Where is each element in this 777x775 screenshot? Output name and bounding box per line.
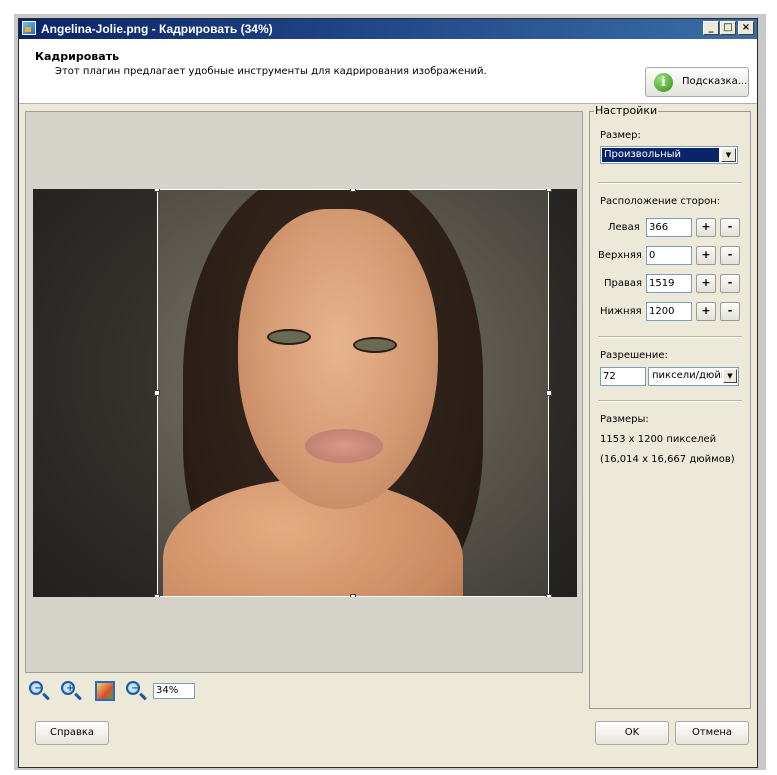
hint-button[interactable]: i Подсказка... — [645, 67, 749, 97]
fit-image-icon — [95, 681, 115, 701]
crop-mask-left — [33, 189, 157, 597]
zoom-out-button[interactable]: − — [27, 679, 51, 703]
dimensions-pixels: 1153 x 1200 пикселей — [600, 434, 717, 445]
crop-handle-top-left[interactable] — [154, 189, 160, 192]
zoom-in-button[interactable]: + — [59, 679, 83, 703]
hint-button-label: Подсказка... — [682, 76, 748, 87]
dimensions-label: Размеры: — [600, 414, 649, 425]
crop-handle-bottom[interactable] — [350, 594, 356, 597]
ok-button[interactable]: OK — [595, 721, 669, 745]
page-title: Кадрировать — [35, 50, 120, 63]
resolution-unit-select[interactable]: пиксели/дюйм ▼ — [648, 367, 739, 386]
left-label: Левая — [608, 222, 640, 233]
settings-group: Настройки Размер: Произвольный ▼ Располо… — [589, 104, 751, 709]
actual-size-button[interactable]: − — [124, 679, 148, 703]
settings-title: Настройки — [594, 104, 659, 117]
right-label: Правая — [604, 278, 643, 289]
help-button[interactable]: Справка — [35, 721, 109, 745]
divider — [598, 336, 742, 338]
bottom-input[interactable]: 1200 — [646, 302, 692, 321]
dimensions-inches: (16,014 x 16,667 дюймов) — [600, 454, 735, 465]
divider — [598, 182, 742, 184]
image-preview — [33, 189, 577, 597]
crop-handle-right[interactable] — [546, 390, 552, 396]
right-minus-button[interactable]: - — [720, 274, 740, 293]
zoom-out-icon: − — [29, 681, 43, 695]
info-icon: i — [654, 73, 673, 92]
divider — [598, 400, 742, 402]
left-input[interactable]: 366 — [646, 218, 692, 237]
crop-rectangle[interactable] — [157, 189, 549, 597]
resolution-label: Разрешение: — [600, 350, 668, 361]
crop-handle-bottom-left[interactable] — [154, 594, 160, 597]
window-title: Angelina-Jolie.png - Кадрировать (34%) — [41, 22, 273, 36]
crop-handle-bottom-right[interactable] — [546, 594, 552, 597]
crop-handle-top[interactable] — [350, 189, 356, 192]
right-input[interactable]: 1519 — [646, 274, 692, 293]
cancel-button[interactable]: Отмена — [675, 721, 749, 745]
top-minus-button[interactable]: - — [720, 246, 740, 265]
chevron-down-icon[interactable]: ▼ — [723, 369, 737, 383]
left-plus-button[interactable]: + — [696, 218, 716, 237]
right-plus-button[interactable]: + — [696, 274, 716, 293]
size-label: Размер: — [600, 130, 641, 141]
sides-label: Расположение сторон: — [600, 196, 721, 207]
image-app-icon — [22, 21, 36, 35]
chevron-down-icon[interactable]: ▼ — [721, 148, 736, 162]
crop-handle-top-right[interactable] — [546, 189, 552, 192]
size-select[interactable]: Произвольный ▼ — [600, 146, 738, 164]
crop-dialog: Angelina-Jolie.png - Кадрировать (34%) _… — [18, 18, 758, 768]
size-select-value: Произвольный — [602, 148, 719, 162]
bottom-minus-button[interactable]: - — [720, 302, 740, 321]
image-canvas[interactable] — [25, 111, 583, 673]
zoom-in-icon: + — [61, 681, 75, 695]
plugin-description: Этот плагин предлагает удобные инструмен… — [55, 66, 487, 77]
zoom-reset-icon: − — [126, 681, 140, 695]
crop-mask-right — [549, 189, 577, 597]
left-minus-button[interactable]: - — [720, 218, 740, 237]
top-plus-button[interactable]: + — [696, 246, 716, 265]
resolution-unit-value: пиксели/дюйм — [652, 370, 722, 381]
top-label: Верхняя — [598, 250, 642, 261]
zoom-level-input[interactable]: 34% — [153, 683, 195, 699]
bottom-plus-button[interactable]: + — [696, 302, 716, 321]
title-bar[interactable]: Angelina-Jolie.png - Кадрировать (34%) _… — [19, 19, 757, 39]
minimize-button[interactable]: _ — [703, 21, 719, 35]
resolution-input[interactable]: 72 — [600, 367, 646, 386]
top-input[interactable]: 0 — [646, 246, 692, 265]
crop-handle-left[interactable] — [154, 390, 160, 396]
close-button[interactable]: × — [738, 21, 754, 35]
bottom-label: Нижняя — [600, 306, 642, 317]
fit-to-window-button[interactable] — [93, 679, 117, 703]
maximize-button[interactable]: □ — [720, 21, 736, 35]
dialog-header: Кадрировать Этот плагин предлагает удобн… — [19, 39, 757, 104]
